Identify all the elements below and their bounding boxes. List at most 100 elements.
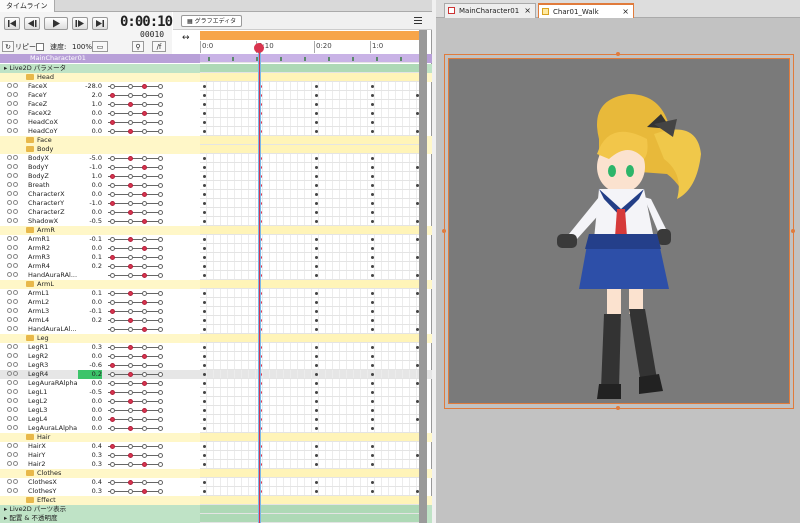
slider-keyframe[interactable] <box>142 354 147 359</box>
param-row[interactable]: 0.3 Hair2 <box>0 460 432 469</box>
frame-handle-right[interactable] <box>791 229 795 233</box>
keyframe-icon[interactable] <box>315 373 318 376</box>
group-row[interactable]: Head <box>0 73 432 82</box>
visibility-icons[interactable] <box>7 200 21 207</box>
param-value[interactable]: 0.0 <box>78 352 102 361</box>
keyframe-icon[interactable] <box>280 57 282 61</box>
slider-keyframe[interactable] <box>142 210 147 215</box>
keyframe-icon[interactable] <box>371 175 374 178</box>
keyframe-icon[interactable] <box>203 301 206 304</box>
param-row[interactable]: 0.0 LegL3 <box>0 406 432 415</box>
slider-keyframe[interactable] <box>110 318 115 323</box>
slider-keyframe[interactable] <box>128 273 133 278</box>
keyframe-icon[interactable] <box>315 220 318 223</box>
keyframe-icon[interactable] <box>203 310 206 313</box>
param-slider[interactable] <box>108 320 163 321</box>
keyframe-track[interactable] <box>200 73 419 82</box>
keyframe-icon[interactable] <box>371 463 374 466</box>
param-slider[interactable] <box>108 113 163 114</box>
param-slider[interactable] <box>108 455 163 456</box>
param-row[interactable]: 0.0 LegAuraLAlpha <box>0 424 432 433</box>
keyframe-icon[interactable] <box>315 310 318 313</box>
keyframe-icon[interactable] <box>315 157 318 160</box>
slider-keyframe[interactable] <box>128 318 133 323</box>
group-row[interactable]: Clothes <box>0 469 432 478</box>
slider-keyframe[interactable] <box>110 462 115 467</box>
param-value[interactable]: -28.0 <box>78 82 102 91</box>
slider-keyframe[interactable] <box>142 102 147 107</box>
slider-keyframe[interactable] <box>142 120 147 125</box>
keyframe-icon[interactable] <box>371 211 374 214</box>
param-value[interactable]: 0.3 <box>78 343 102 352</box>
visibility-icons[interactable] <box>7 191 21 198</box>
keyframe-track[interactable] <box>200 406 419 415</box>
slider-keyframe[interactable] <box>128 390 133 395</box>
visibility-icons[interactable] <box>7 245 21 252</box>
keyframe-icon[interactable] <box>203 247 206 250</box>
slider-keyframe[interactable] <box>128 426 133 431</box>
keyframe-icon[interactable] <box>315 247 318 250</box>
keyframe-icon[interactable] <box>371 166 374 169</box>
param-slider[interactable] <box>108 203 163 204</box>
keyframe-icon[interactable] <box>371 355 374 358</box>
slider-keyframe[interactable] <box>158 372 163 377</box>
visibility-icons[interactable] <box>7 164 21 171</box>
param-slider[interactable] <box>108 482 163 483</box>
keyframe-icon[interactable] <box>315 490 318 493</box>
model-row[interactable]: MainCharacter01 <box>0 54 432 63</box>
slider-keyframe[interactable] <box>142 489 147 494</box>
visibility-icons[interactable] <box>7 362 21 369</box>
param-row[interactable]: HandAuraRAl... <box>0 271 432 280</box>
visibility-icons[interactable] <box>7 317 21 324</box>
slider-keyframe[interactable] <box>128 381 133 386</box>
slider-keyframe[interactable] <box>128 480 133 485</box>
keyframe-track[interactable] <box>200 181 419 190</box>
slider-keyframe[interactable] <box>158 156 163 161</box>
visibility-icons[interactable] <box>7 218 21 225</box>
keyframe-icon[interactable] <box>315 193 318 196</box>
keyframe-track[interactable] <box>200 325 419 334</box>
slider-keyframe[interactable] <box>110 129 115 134</box>
visibility-icons[interactable] <box>7 119 21 126</box>
param-row[interactable]: 0.0 CharacterZ <box>0 208 432 217</box>
param-slider[interactable] <box>108 392 163 393</box>
param-row[interactable]: -0.5 ShadowX <box>0 217 432 226</box>
slider-keyframe[interactable] <box>128 210 133 215</box>
param-slider[interactable] <box>108 410 163 411</box>
slider-keyframe[interactable] <box>158 201 163 206</box>
keyframe-track[interactable] <box>200 361 419 370</box>
repeat-checkbox[interactable] <box>36 43 44 51</box>
keyframe-icon[interactable] <box>371 130 374 133</box>
param-row[interactable]: 0.2 ArmL4 <box>0 316 432 325</box>
param-value[interactable]: 0.3 <box>78 451 102 460</box>
slider-keyframe[interactable] <box>110 291 115 296</box>
slider-keyframe[interactable] <box>110 417 115 422</box>
param-value[interactable]: -1.0 <box>78 199 102 208</box>
param-value[interactable]: 1.0 <box>78 172 102 181</box>
param-slider[interactable] <box>108 185 163 186</box>
slider-keyframe[interactable] <box>142 417 147 422</box>
slider-keyframe[interactable] <box>142 381 147 386</box>
keyframe-icon[interactable] <box>371 364 374 367</box>
keyframe-icon[interactable] <box>203 103 206 106</box>
keyframe-icon[interactable] <box>203 202 206 205</box>
param-row[interactable]: 0.1 ArmL1 <box>0 289 432 298</box>
keyframe-icon[interactable] <box>315 418 318 421</box>
keyframe-icon[interactable] <box>371 193 374 196</box>
keyframe-track[interactable] <box>200 289 419 298</box>
keyframe-icon[interactable] <box>371 94 374 97</box>
keyframe-icon[interactable] <box>371 292 374 295</box>
keyframe-icon[interactable] <box>203 355 206 358</box>
slider-keyframe[interactable] <box>158 489 163 494</box>
slider-keyframe[interactable] <box>128 129 133 134</box>
keyframe-icon[interactable] <box>203 319 206 322</box>
slider-keyframe[interactable] <box>128 156 133 161</box>
group-row[interactable]: ArmR <box>0 226 432 235</box>
keyframe-icon[interactable] <box>203 364 206 367</box>
keyframe-icon[interactable] <box>371 274 374 277</box>
fit-width-icon[interactable]: ↔ <box>182 33 190 43</box>
keyframe-icon[interactable] <box>203 121 206 124</box>
keyframe-icon[interactable] <box>203 265 206 268</box>
keyframe-icon[interactable] <box>315 112 318 115</box>
keyframe-track[interactable] <box>200 262 419 271</box>
